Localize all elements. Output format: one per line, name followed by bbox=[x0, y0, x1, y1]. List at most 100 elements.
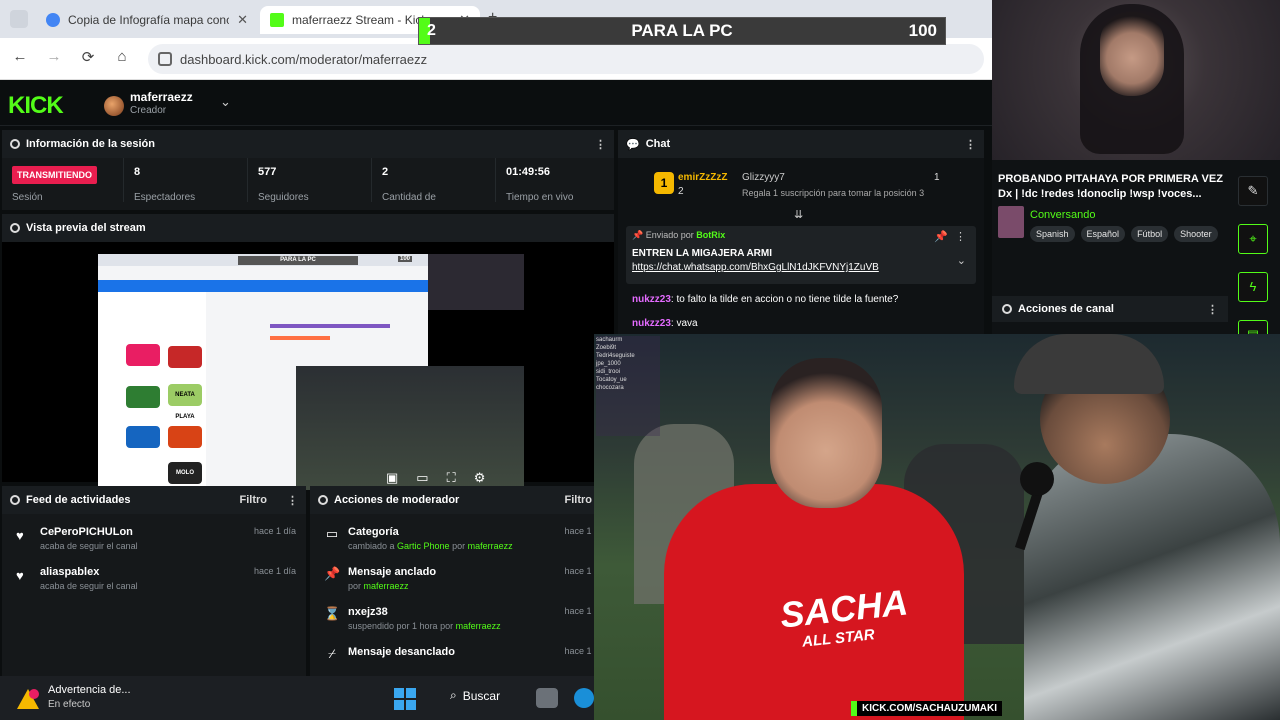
more-options-icon[interactable]: ⋮ bbox=[287, 494, 298, 507]
info-icon bbox=[10, 139, 20, 149]
overlay-line: Zoebi9t bbox=[596, 345, 617, 351]
activity-user[interactable]: aliaspablex bbox=[40, 566, 99, 578]
mod-action-desc: por maferraezz bbox=[348, 581, 409, 591]
stream-category[interactable]: Conversando bbox=[1030, 209, 1095, 221]
weather-warning-sub: En efecto bbox=[48, 699, 91, 710]
chevron-down-icon[interactable]: ⌄ bbox=[957, 254, 966, 267]
preview-goal-text: PARA LA PC bbox=[238, 256, 358, 265]
url-field[interactable]: dashboard.kick.com/moderator/maferraezz bbox=[148, 44, 984, 74]
chevron-down-icon[interactable]: ⌄ bbox=[220, 94, 231, 110]
stream-tags: Spanish Español Fútbol Shooter bbox=[1030, 226, 1218, 242]
site-settings-icon[interactable] bbox=[158, 52, 172, 66]
activity-time: hace 1 día bbox=[253, 526, 296, 536]
pinned-text: ENTREN LA MIGAJERA ARMI bbox=[632, 248, 772, 259]
microphone-icon bbox=[1020, 462, 1054, 496]
right-column: PROBANDO PITAHAYA POR PRIMERA VEZ Dx | !… bbox=[992, 0, 1280, 350]
filter-button[interactable]: Filtro bbox=[240, 494, 268, 506]
channel-actions-header: Acciones de canal ⋮ bbox=[992, 296, 1228, 322]
tab-infografia[interactable]: Copia de Infografía mapa conc ✕ bbox=[36, 6, 258, 34]
cap bbox=[1014, 334, 1164, 394]
panel-header: 💬 Chat ⋮ bbox=[618, 130, 984, 158]
gifter-name[interactable]: Glizzyyy7 bbox=[742, 172, 785, 183]
activity-desc: acaba de seguir el canal bbox=[40, 581, 138, 591]
tab-grid-icon[interactable] bbox=[10, 10, 28, 28]
google-docs-icon bbox=[46, 13, 60, 27]
mod-action-title: Mensaje desanclado bbox=[348, 646, 455, 658]
stat-label: Sesión bbox=[12, 192, 43, 203]
overlay-line: chocozara bbox=[596, 385, 624, 391]
category-icon: ▭ bbox=[325, 526, 339, 541]
leaderboard-rank-badge: 1 bbox=[654, 172, 674, 194]
stat-label: Cantidad de bbox=[382, 192, 436, 203]
category-thumbnail[interactable] bbox=[998, 206, 1024, 238]
mod-action-desc: suspendido por 1 hora por maferraezz bbox=[348, 621, 501, 631]
tag[interactable]: Fútbol bbox=[1131, 226, 1169, 242]
tag[interactable]: Español bbox=[1080, 226, 1126, 242]
pin-icon[interactable]: 📌 bbox=[934, 230, 948, 243]
task-view-icon[interactable] bbox=[536, 688, 558, 708]
chat-icon: 💬 bbox=[626, 138, 640, 151]
reload-button[interactable]: ⟳ bbox=[78, 48, 98, 66]
status-stat: TRANSMITIENDO Sesión bbox=[2, 158, 124, 203]
search-icon: ⌕ bbox=[450, 688, 457, 702]
windows-start-icon[interactable] bbox=[394, 688, 416, 710]
person-camo-jacket bbox=[1024, 434, 1280, 720]
activity-desc: acaba de seguir el canal bbox=[40, 541, 138, 551]
gift-promo: Regala 1 suscripción para tomar la posic… bbox=[742, 188, 925, 198]
followers-stat: 577 Seguidores bbox=[248, 158, 372, 203]
url-text: dashboard.kick.com/moderator/maferraezz bbox=[180, 51, 428, 67]
close-tab-icon[interactable]: ✕ bbox=[237, 12, 248, 28]
kick-logo[interactable]: KICK bbox=[8, 92, 64, 120]
avatar[interactable] bbox=[104, 96, 124, 116]
mod-action-title[interactable]: nxejz38 bbox=[348, 606, 388, 618]
shield-icon bbox=[318, 495, 328, 505]
clip-icon[interactable]: ⌖ bbox=[1238, 224, 1268, 254]
overlay-line: Tedri4seguiste bbox=[596, 353, 635, 359]
filter-button[interactable]: Filtro bbox=[565, 494, 593, 506]
list-item: ♥ aliaspablex acaba de seguir el canal h… bbox=[16, 566, 296, 600]
pinned-link[interactable]: https://chat.whatsapp.com/BhxGgLlN1dJKFV… bbox=[632, 262, 879, 273]
more-options-icon[interactable]: ⋮ bbox=[965, 138, 976, 151]
sticker-label: NEATA PLAYA bbox=[168, 384, 202, 420]
leaderboard-count: 2 bbox=[678, 186, 684, 197]
stat-label: Seguidores bbox=[258, 192, 309, 203]
more-options-icon[interactable]: ⋮ bbox=[595, 138, 606, 151]
gifter-count: 1 bbox=[934, 172, 940, 183]
list-item: ♥ CePeroPICHULon acaba de seguir el cana… bbox=[16, 526, 296, 560]
creator-name[interactable]: maferraezz bbox=[130, 90, 193, 104]
fullscreen-icon[interactable]: ⛶ bbox=[447, 470, 456, 486]
chat-panel: 💬 Chat ⋮ 1 emirZzZzZ 2 Glizzyyy7 1 Regal… bbox=[618, 130, 984, 334]
pip-icon[interactable]: ▣ bbox=[386, 470, 398, 486]
taskbar-search-button[interactable]: ⌕ Buscar bbox=[450, 688, 500, 703]
edit-icon[interactable]: ✎ bbox=[1238, 176, 1268, 206]
creator-role: Creador bbox=[130, 105, 167, 116]
list-item: ⌛ nxejz38 suspendido por 1 hora por mafe… bbox=[324, 606, 604, 640]
tag[interactable]: Shooter bbox=[1174, 226, 1218, 242]
panel-title: Acciones de moderador bbox=[334, 494, 460, 506]
forward-button[interactable]: → bbox=[44, 48, 64, 65]
gear-icon[interactable]: ⚙ bbox=[474, 470, 486, 486]
goal-target: 100 bbox=[908, 21, 937, 40]
activity-user[interactable]: CePeroPICHULon bbox=[40, 526, 133, 538]
theater-icon[interactable]: ▭ bbox=[416, 470, 428, 486]
kick-watermark: KICK.COM/SACHAUZUMAKI bbox=[851, 701, 1002, 716]
leaderboard-user[interactable]: emirZzZzZ bbox=[678, 172, 727, 183]
stream-preview-player[interactable]: PARA LA PC 100 NEATA PLAYA MOLO ZATO ▣ ▭… bbox=[2, 242, 614, 498]
tag[interactable]: Spanish bbox=[1030, 226, 1075, 242]
search-label: Buscar bbox=[462, 688, 501, 703]
kick-favicon-icon bbox=[270, 13, 284, 27]
weather-warning-title[interactable]: Advertencia de... bbox=[48, 684, 131, 696]
stat-value: 2 bbox=[382, 166, 389, 178]
more-options-icon[interactable]: ⋮ bbox=[955, 230, 966, 243]
home-button[interactable]: ⌂ bbox=[112, 48, 132, 65]
pin-icon: 📌 bbox=[324, 566, 341, 581]
more-options-icon[interactable]: ⋮ bbox=[1207, 303, 1218, 316]
bolt-icon[interactable]: ϟ bbox=[1238, 272, 1268, 302]
expand-icon[interactable]: ⇊ bbox=[794, 208, 803, 221]
stat-value: 01:49:56 bbox=[506, 166, 551, 178]
edge-browser-icon[interactable] bbox=[574, 688, 594, 708]
back-button[interactable]: ← bbox=[10, 48, 30, 65]
pinned-message: 📌 Enviado por BotRix 📌 ⋮ ENTREN LA MIGAJ… bbox=[626, 226, 976, 284]
subs-stat: 2 Cantidad de bbox=[372, 158, 496, 203]
overlay-line: sachaurm bbox=[596, 337, 623, 343]
